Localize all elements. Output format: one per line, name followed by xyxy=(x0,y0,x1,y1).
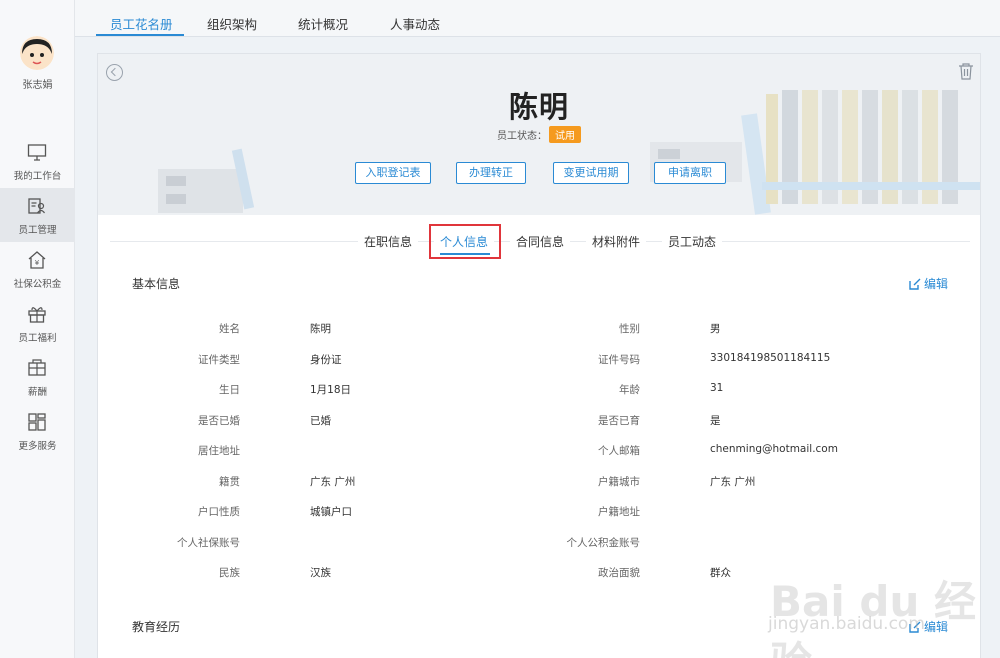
subtab-attachments[interactable]: 材料附件 xyxy=(586,233,647,250)
field-value: 汉族 xyxy=(310,567,331,579)
edit-label: 编辑 xyxy=(923,277,948,291)
field-value: 330184198501184115 xyxy=(710,351,831,364)
field-label: 个人公积金账号 xyxy=(566,536,641,549)
subtab-contract[interactable]: 合同信息 xyxy=(510,233,571,250)
status-badge: 试用 xyxy=(549,126,581,143)
house-icon: ¥ xyxy=(28,251,46,269)
field-value: 男 xyxy=(710,323,721,335)
sidebar-item-label: 社保公积金 xyxy=(13,279,62,290)
user-name: 张志娟 xyxy=(22,80,53,91)
svg-text:¥: ¥ xyxy=(35,259,40,267)
field-label: 个人邮箱 xyxy=(598,445,640,457)
field-value: 群众 xyxy=(710,567,731,579)
active-tab-indicator xyxy=(96,34,184,36)
field-label: 户籍城市 xyxy=(598,475,640,488)
sidebar-item-benefits[interactable]: 员工福利 xyxy=(0,296,75,350)
education-title: 教育经历 xyxy=(132,620,181,634)
highlight-box xyxy=(429,224,501,259)
avatar[interactable] xyxy=(20,36,54,70)
field-label: 户口性质 xyxy=(198,506,240,518)
field-label: 证件号码 xyxy=(598,353,640,366)
field-value: 广东 广州 xyxy=(310,475,356,488)
sidebar-item-workbench[interactable]: 我的工作台 xyxy=(0,134,75,188)
field-label: 是否已婚 xyxy=(198,414,240,427)
field-value: 已婚 xyxy=(310,414,331,427)
tab-hr-news[interactable]: 人事动态 xyxy=(390,14,440,33)
field-label: 个人社保账号 xyxy=(177,536,240,549)
tab-org-structure[interactable]: 组织架构 xyxy=(207,14,257,33)
back-button[interactable] xyxy=(106,64,123,81)
field-value: 城镇户口 xyxy=(310,506,352,518)
sidebar: 张志娟 我的工作台 员工管理 ¥ 社保公积金 员工福利 薪酬 更多服务 xyxy=(0,0,75,658)
field-value: chenming@hotmail.com xyxy=(710,443,838,455)
sidebar-item-label: 员工管理 xyxy=(18,225,57,236)
sidebar-item-label: 更多服务 xyxy=(18,441,57,452)
watermark-url: jingyan.baidu.com xyxy=(768,614,925,634)
field-label: 年龄 xyxy=(619,384,640,396)
watermark-logo: Bai du 经验 xyxy=(770,577,976,658)
sidebar-item-label: 薪酬 xyxy=(27,387,47,398)
field-label: 性别 xyxy=(619,323,640,335)
sidebar-item-more[interactable]: 更多服务 xyxy=(0,404,75,458)
employee-status-row: 员工状态： 试用 xyxy=(98,126,980,143)
field-label: 民族 xyxy=(219,567,240,579)
gift-icon xyxy=(28,307,46,323)
basic-info-title: 基本信息 xyxy=(132,277,181,291)
resign-button[interactable]: 申请离职 xyxy=(654,162,726,184)
sidebar-item-salary[interactable]: 薪酬 xyxy=(0,350,75,404)
tab-statistics[interactable]: 统计概况 xyxy=(298,14,348,33)
onboarding-form-button[interactable]: 入职登记表 xyxy=(355,162,431,184)
sidebar-item-social-security[interactable]: ¥ 社保公积金 xyxy=(0,242,75,296)
subtab-employment[interactable]: 在职信息 xyxy=(358,233,419,250)
subtab-activity[interactable]: 员工动态 xyxy=(662,233,723,250)
employee-icon xyxy=(28,198,45,214)
wallet-icon xyxy=(28,359,46,376)
status-label: 员工状态： xyxy=(497,131,547,142)
regularize-button[interactable]: 办理转正 xyxy=(456,162,526,184)
profile-banner: 陈明 员工状态： 试用 入职登记表 办理转正 变更试用期 申请离职 xyxy=(98,54,980,215)
field-label: 政治面貌 xyxy=(598,567,640,579)
field-label: 籍贯 xyxy=(219,475,240,488)
field-label: 是否已育 xyxy=(598,414,640,427)
edit-icon xyxy=(909,278,921,290)
grid-icon xyxy=(28,413,46,431)
field-label: 户籍地址 xyxy=(598,506,640,518)
sidebar-item-employees[interactable]: 员工管理 xyxy=(0,188,75,242)
sidebar-item-label: 员工福利 xyxy=(18,333,57,344)
field-value: 31 xyxy=(710,382,724,394)
field-value: 身份证 xyxy=(310,353,342,366)
field-label: 姓名 xyxy=(219,323,240,335)
basic-info-edit-button[interactable]: 编辑 xyxy=(909,275,948,292)
monitor-icon xyxy=(27,144,47,161)
field-value: 是 xyxy=(710,414,721,427)
field-value: 1月18日 xyxy=(310,384,352,396)
employee-name: 陈明 xyxy=(508,90,569,124)
trash-icon[interactable] xyxy=(958,62,974,80)
change-probation-button[interactable]: 变更试用期 xyxy=(553,162,629,184)
tab-roster[interactable]: 员工花名册 xyxy=(110,14,173,33)
field-label: 居住地址 xyxy=(198,445,240,457)
field-value: 广东 广州 xyxy=(710,475,756,488)
field-value: 陈明 xyxy=(310,323,331,335)
sidebar-item-label: 我的工作台 xyxy=(13,171,62,182)
field-label: 生日 xyxy=(219,384,240,396)
field-label: 证件类型 xyxy=(198,353,240,366)
